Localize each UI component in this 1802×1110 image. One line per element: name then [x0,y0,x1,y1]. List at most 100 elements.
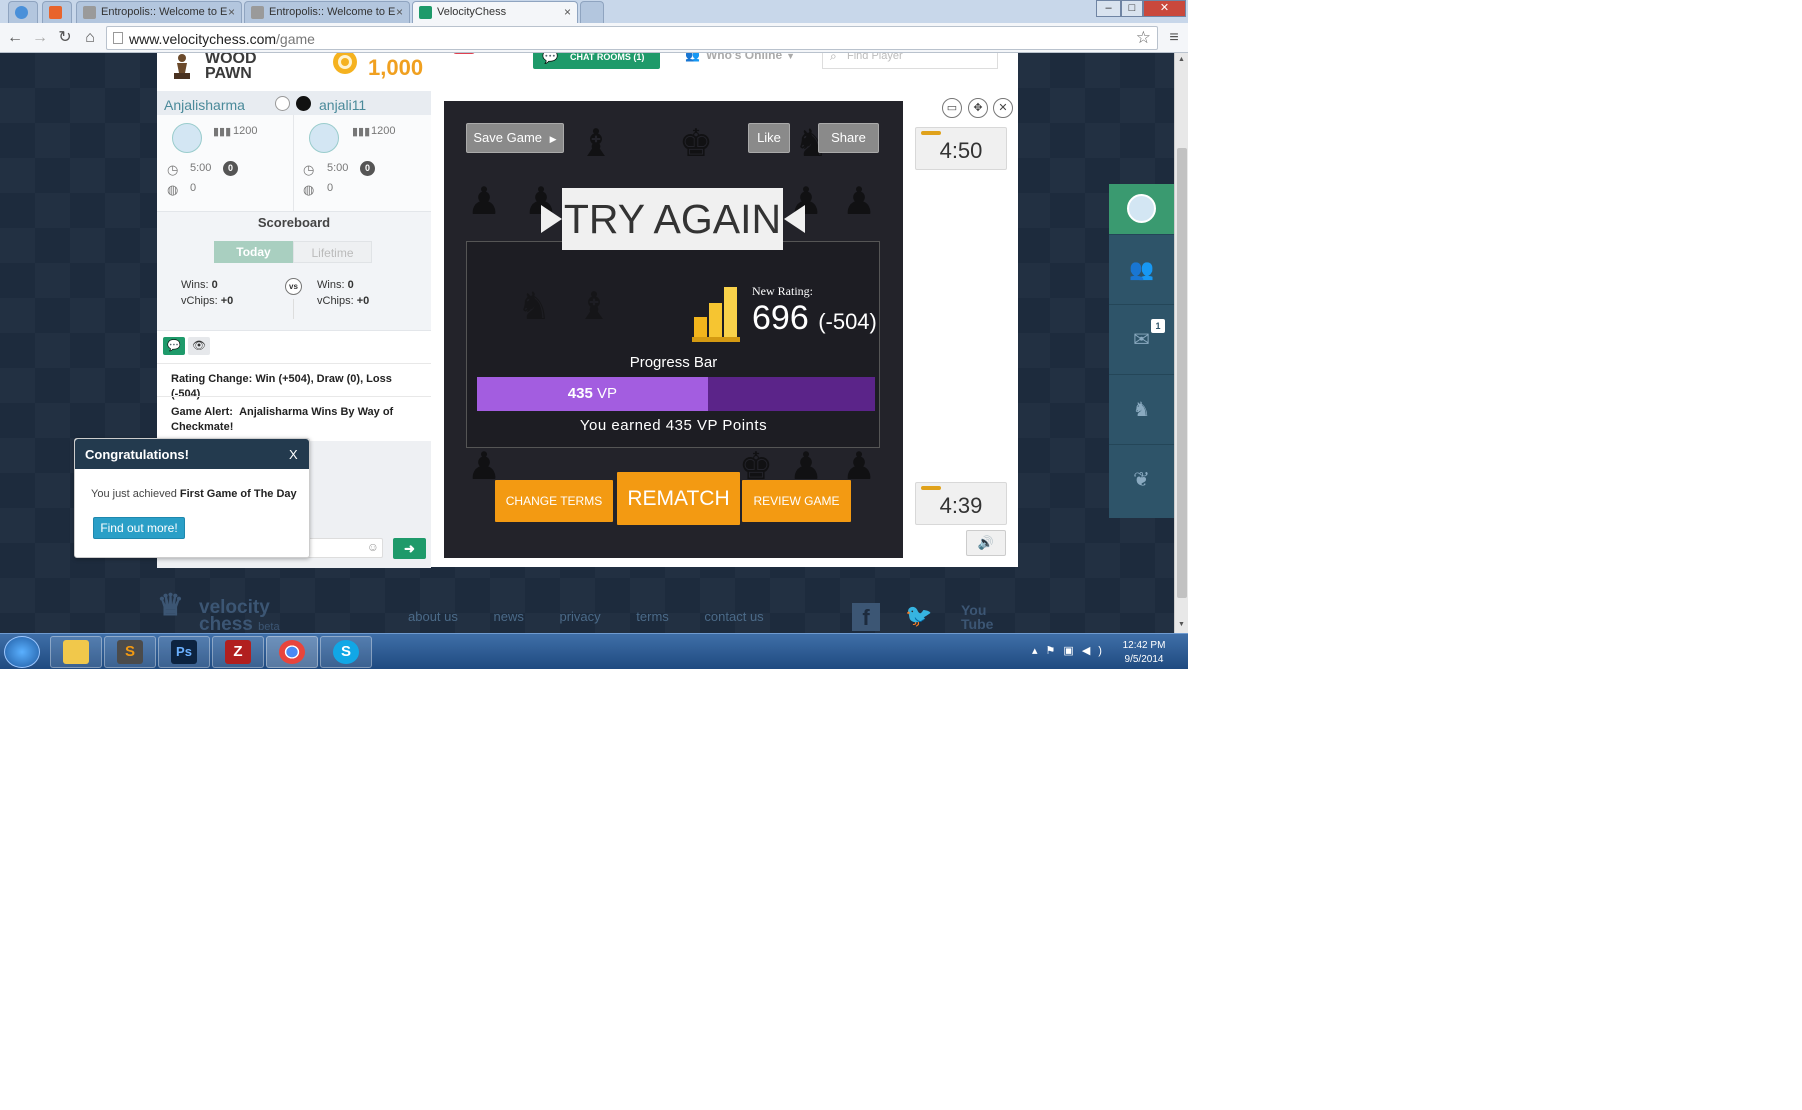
spectator-eye-icon[interactable]: 👁 [188,337,210,355]
facebook-icon[interactable]: f [852,603,880,631]
taskbar-explorer[interactable] [50,636,102,668]
minimize-button[interactable]: – [1096,0,1121,17]
app-icon [15,6,28,19]
system-clock[interactable]: 12:42 PM 9/5/2014 [1114,639,1174,667]
forward-icon[interactable]: → [30,28,50,48]
opponent-time: 4:50 [939,138,983,163]
black-player-name[interactable]: anjali11 [319,97,366,113]
taskbar-filezilla[interactable]: Z [212,636,264,668]
scroll-down-icon[interactable]: ▼ [1178,621,1185,628]
footer-link-about[interactable]: about us [408,609,458,624]
avatar[interactable] [172,123,202,153]
os-taskbar: S Ps Z S ▴⚑▣◀) 12:42 PM 9/5/2014 [0,633,1188,669]
minimize-board-icon[interactable]: ▭ [942,98,962,118]
progress-value: 435 [567,385,593,402]
tab-pinned-1[interactable] [8,1,38,23]
rematch-button[interactable]: REMATCH [617,472,740,525]
footer-link-privacy[interactable]: privacy [559,609,600,624]
chevron-down-icon: ▼ [786,53,796,61]
tab-title: Entropolis:: Welcome to E [101,6,228,18]
back-icon[interactable]: ← [5,28,25,48]
tab-today[interactable]: Today [214,241,293,263]
home-icon[interactable]: ⌂ [80,28,100,48]
chess-board[interactable]: ♝ ♚ ♞ ♟ ♟ ♟ ♟ ♞ ♝ ♟ ♚ ♟ ♟ Save Game ▶ Li… [444,101,903,558]
tab-velocitychess[interactable]: VelocityChess × [412,1,578,23]
close-icon[interactable]: × [228,5,235,19]
footer-link-terms[interactable]: terms [636,609,669,624]
flag-icon: ⚑ [1045,645,1064,657]
page-scrollbar[interactable]: ▲ ▼ [1174,53,1188,633]
taskbar-chrome[interactable] [266,636,318,668]
new-tab-button[interactable] [580,1,604,23]
find-out-more-button[interactable]: Find out more! [93,517,185,539]
sound-toggle-button[interactable]: 🔊 [966,530,1006,556]
tab-pinned-2[interactable] [42,1,72,23]
progress-unit: VP [597,385,618,402]
youtube-icon[interactable]: You Tube [961,603,993,631]
vs-badge: vs [285,278,302,295]
maximize-button[interactable]: □ [1121,0,1143,17]
url-field[interactable]: www.velocitychess.com/game ☆ [106,26,1158,50]
taskbar-sublime[interactable]: S [104,636,156,668]
review-game-button[interactable]: REVIEW GAME [742,480,851,522]
save-game-button[interactable]: Save Game ▶ [466,123,564,153]
start-button[interactable] [4,636,40,668]
footer-logo[interactable]: velocity chess beta ♛ [157,589,280,634]
pawn-piece: ♟ [467,179,502,223]
chrome-icon [279,640,305,665]
leaderboard-button[interactable]: ❦ [1109,444,1174,514]
play-arrow-icon: ▶ [549,134,557,144]
save-game-label: Save Game [473,130,543,145]
dock-profile-button[interactable] [1109,184,1174,234]
chat-tab-icon[interactable]: 💬 [163,337,185,355]
scroll-thumb[interactable] [1177,148,1187,598]
scroll-up-icon[interactable]: ▲ [1178,56,1185,63]
footer-link-contact[interactable]: contact us [704,609,763,624]
try-again-banner: TRY AGAIN [562,188,783,250]
taskbar-skype[interactable]: S [320,636,372,668]
bookmark-star-icon[interactable]: ☆ [1136,28,1151,48]
avatar[interactable] [309,123,339,153]
top-header: WOOD PAWN 1,000 💬 CHAT ROOMS (1) 👥 Who's … [157,53,1018,91]
chat-rooms-button[interactable]: 💬 CHAT ROOMS (1) [533,53,660,69]
close-icon[interactable]: × [396,5,403,19]
tab-entropolis-1[interactable]: Entropolis:: Welcome to E × [76,1,242,23]
reload-icon[interactable]: ↻ [55,28,75,48]
send-button[interactable]: ➜ [393,538,426,559]
change-terms-button[interactable]: CHANGE TERMS [495,480,613,522]
share-button[interactable]: Share [818,123,879,153]
progress-label: Progress Bar [629,354,718,371]
alert-badge [453,53,475,54]
taskbar-photoshop[interactable]: Ps [158,636,210,668]
messages-button[interactable]: ✉ 1 [1109,304,1174,374]
close-board-icon[interactable]: ✕ [993,98,1013,118]
tab-entropolis-2[interactable]: Entropolis:: Welcome to E × [244,1,410,23]
tab-lifetime[interactable]: Lifetime [293,241,372,263]
laurel-icon: ❦ [1133,469,1150,491]
whos-online-dropdown[interactable]: 👥 Who's Online ▼ [685,53,795,62]
tab-bar: Entropolis:: Welcome to E × Entropolis::… [0,0,1188,23]
network-icon: ▣ [1063,645,1082,657]
find-player-input[interactable]: ⌕ Find Player [822,53,998,69]
footer-link-news[interactable]: news [494,609,524,624]
close-window-button[interactable]: ✕ [1143,0,1186,17]
king-piece: ♚ [679,121,714,165]
clock-icon: ◷ [303,162,315,177]
like-button[interactable]: Like [748,123,790,153]
popup-close-button[interactable]: X [289,447,298,462]
white-rating: 1200 [233,125,258,137]
chat-input[interactable]: ☺ [307,538,383,558]
crown-logo-icon: ♛ [157,589,184,622]
left-score: Wins: 0 vChips: +0 [181,279,234,307]
friends-button[interactable]: 👥 [1109,234,1174,304]
white-player-name[interactable]: Anjalisharma [164,97,245,113]
close-icon[interactable]: × [564,5,571,19]
move-board-icon[interactable]: ✥ [968,98,988,118]
emoji-icon[interactable]: ☺ [367,540,379,554]
velocitychess-icon [419,6,432,19]
system-tray[interactable]: ▴⚑▣◀) [1032,644,1110,657]
menu-icon[interactable]: ≡ [1164,28,1184,48]
twitter-icon[interactable]: 🐦 [905,603,932,629]
page-icon [113,32,123,44]
play-button[interactable]: ♞ [1109,374,1174,444]
